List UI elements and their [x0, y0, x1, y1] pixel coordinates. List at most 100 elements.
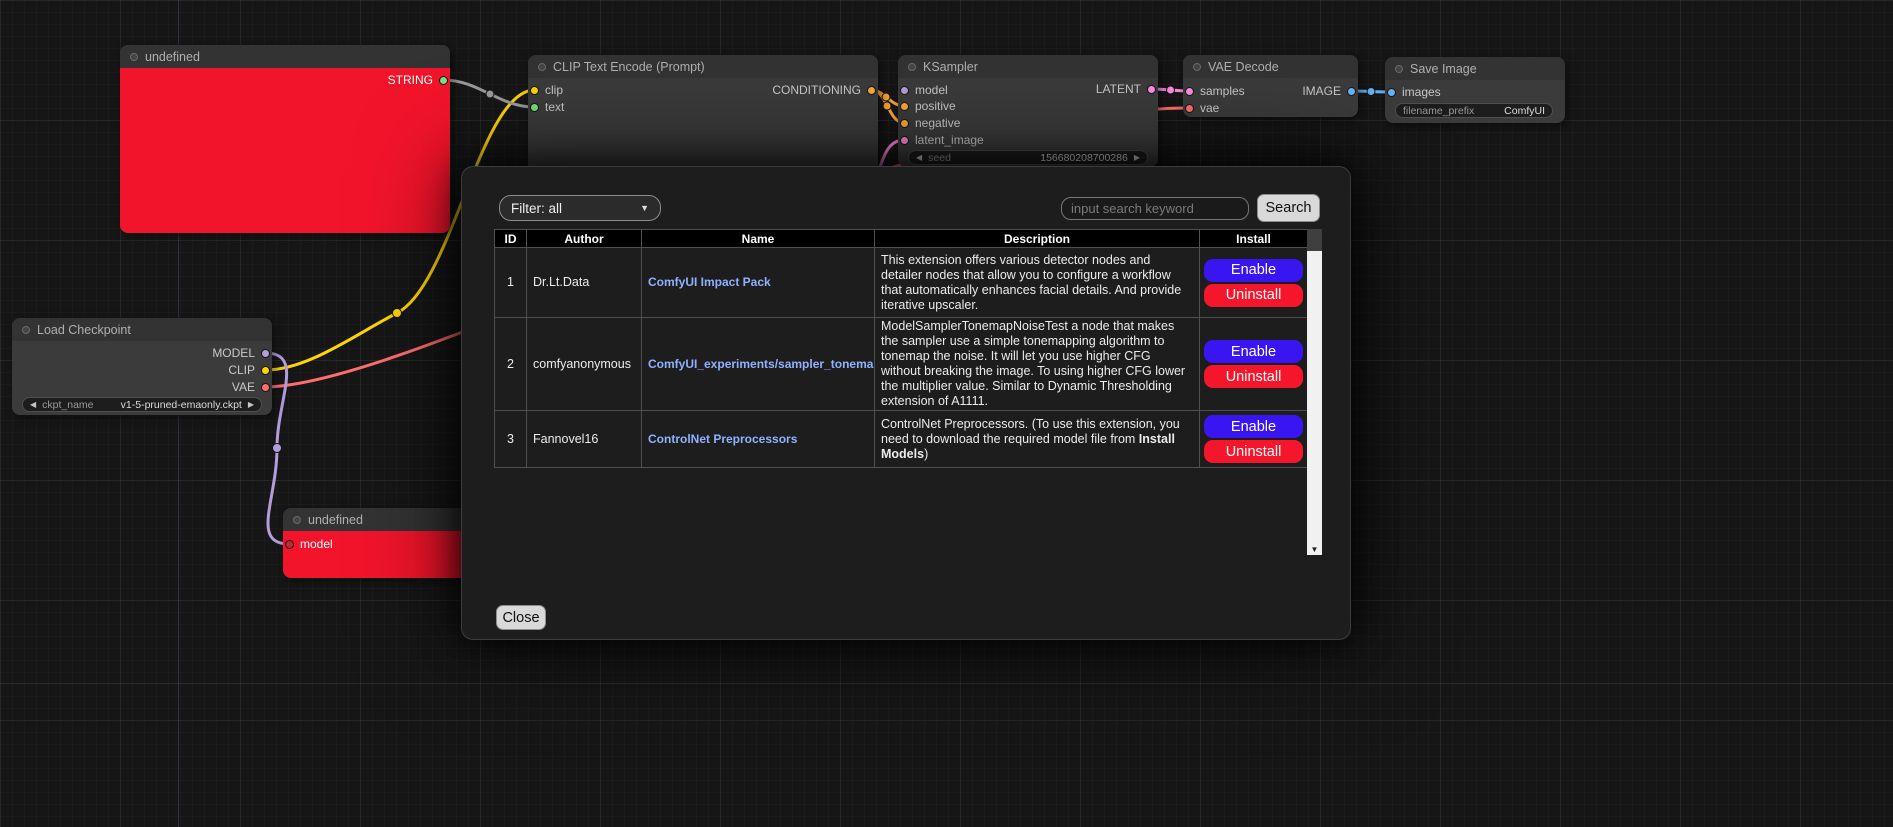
scroll-down-icon[interactable]: ▼	[1307, 546, 1322, 554]
node-undefined-top[interactable]: undefined STRING	[120, 45, 450, 233]
slot-dot	[439, 76, 448, 85]
node-title: KSampler	[923, 60, 978, 74]
col-id: ID	[495, 230, 527, 248]
node-title: CLIP Text Encode (Prompt)	[553, 60, 705, 74]
link-dot	[1367, 88, 1375, 96]
extension-description: ControlNet Preprocessors. (To use this e…	[875, 411, 1200, 468]
table-header-row: ID Author Name Description Install	[495, 230, 1308, 248]
node-title: undefined	[308, 513, 363, 527]
slot-dot	[900, 136, 909, 145]
slot-dot	[261, 366, 270, 375]
extension-link[interactable]: ControlNet Preprocessors	[648, 432, 797, 446]
slot-dot	[1147, 85, 1156, 94]
collapse-dot-icon[interactable]	[1193, 63, 1201, 71]
extension-author: comfyanonymous	[527, 318, 642, 411]
node-title: Load Checkpoint	[37, 323, 131, 337]
collapse-dot-icon[interactable]	[22, 326, 30, 334]
link-dot	[486, 90, 494, 98]
input-slot-negative[interactable]: negative	[900, 115, 960, 131]
output-slot-vae[interactable]: VAE	[232, 379, 270, 395]
ckpt-name-widget[interactable]: ◀ ckpt_name v1-5-pruned-emaonly.ckpt ▶	[22, 397, 262, 412]
seed-widget[interactable]: ◀ seed 156680208700286 ▶	[908, 150, 1148, 165]
filename-prefix-widget[interactable]: filename_prefix ComfyUI	[1395, 103, 1553, 118]
slot-dot	[285, 540, 294, 549]
increment-arrow-icon[interactable]: ▶	[1134, 154, 1140, 162]
input-slot-clip[interactable]: clip	[530, 82, 563, 98]
enable-button[interactable]: Enable	[1204, 259, 1303, 282]
slot-dot	[1387, 88, 1396, 97]
extension-author: Dr.Lt.Data	[527, 248, 642, 318]
input-slot-vae[interactable]: vae	[1185, 100, 1219, 116]
slot-dot	[1185, 87, 1194, 96]
enable-button[interactable]: Enable	[1204, 340, 1303, 363]
manager-dialog: Filter: all ▼ Search ID Author Name Desc…	[461, 166, 1351, 640]
extension-description: ModelSamplerTonemapNoiseTest a node that…	[875, 318, 1200, 411]
output-slot-string[interactable]: STRING	[388, 72, 448, 88]
extension-id: 2	[495, 318, 527, 411]
uninstall-button[interactable]: Uninstall	[1204, 440, 1303, 463]
increment-arrow-icon[interactable]: ▶	[248, 401, 254, 409]
col-name: Name	[642, 230, 875, 248]
input-slot-images[interactable]: images	[1387, 84, 1441, 100]
link-dot	[883, 102, 891, 110]
graph-canvas[interactable]: undefined STRING CLIP Text Encode (Promp…	[0, 0, 1893, 827]
scrollbar[interactable]: ▼	[1307, 229, 1322, 555]
node-load-checkpoint[interactable]: Load Checkpoint MODEL CLIP VAE ◀ ckpt_na…	[12, 318, 272, 415]
input-slot-latent-image[interactable]: latent_image	[900, 132, 984, 148]
link-dot	[393, 309, 402, 318]
enable-button[interactable]: Enable	[1204, 415, 1303, 438]
slot-dot	[1347, 87, 1356, 96]
chevron-down-icon: ▼	[640, 203, 649, 213]
slot-dot	[530, 103, 539, 112]
extension-description: This extension offers various detector n…	[875, 248, 1200, 318]
extension-link[interactable]: ComfyUI_experiments/sampler_tonemap	[648, 357, 875, 371]
link-dot	[1167, 86, 1175, 94]
collapse-dot-icon[interactable]	[1395, 65, 1403, 73]
filter-select[interactable]: Filter: all ▼	[499, 195, 661, 221]
decrement-arrow-icon[interactable]: ◀	[916, 154, 922, 162]
search-input[interactable]	[1061, 197, 1249, 220]
input-slot-text[interactable]: text	[530, 99, 564, 115]
output-slot-image[interactable]: IMAGE	[1302, 83, 1356, 99]
node-title: Save Image	[1410, 62, 1477, 76]
output-slot-conditioning[interactable]: CONDITIONING	[772, 82, 876, 98]
search-button[interactable]: Search	[1257, 194, 1320, 222]
col-description: Description	[875, 230, 1200, 248]
output-slot-model[interactable]: MODEL	[212, 345, 270, 361]
output-slot-latent[interactable]: LATENT	[1096, 81, 1156, 97]
error-node-body	[120, 68, 450, 233]
extensions-table-container: ID Author Name Description Install 1 Dr.…	[494, 229, 1322, 555]
link-dot	[882, 93, 890, 101]
collapse-dot-icon[interactable]	[908, 63, 916, 71]
slot-dot	[530, 86, 539, 95]
uninstall-button[interactable]: Uninstall	[1204, 365, 1303, 388]
scrollbar-thumb[interactable]	[1307, 229, 1322, 251]
slot-dot	[900, 102, 909, 111]
collapse-dot-icon[interactable]	[130, 53, 138, 61]
table-row: 1 Dr.Lt.Data ComfyUI Impact Pack This ex…	[495, 248, 1308, 318]
col-install: Install	[1200, 230, 1308, 248]
extension-author: Fannovel16	[527, 411, 642, 468]
extension-link[interactable]: ComfyUI Impact Pack	[648, 275, 771, 289]
extension-id: 3	[495, 411, 527, 468]
link-dot	[273, 444, 282, 453]
input-slot-samples[interactable]: samples	[1185, 83, 1245, 99]
decrement-arrow-icon[interactable]: ◀	[30, 401, 36, 409]
uninstall-button[interactable]: Uninstall	[1204, 284, 1303, 307]
slot-dot	[900, 86, 909, 95]
extensions-table: ID Author Name Description Install 1 Dr.…	[494, 229, 1308, 468]
input-slot-model[interactable]: model	[900, 82, 948, 98]
slot-dot	[261, 383, 270, 392]
node-ksampler[interactable]: KSampler model positive negative latent_…	[898, 55, 1158, 167]
output-slot-clip[interactable]: CLIP	[228, 362, 270, 378]
slot-dot	[867, 86, 876, 95]
close-button[interactable]: Close	[496, 605, 546, 630]
collapse-dot-icon[interactable]	[538, 63, 546, 71]
node-save-image[interactable]: Save Image images filename_prefix ComfyU…	[1385, 57, 1565, 123]
node-undefined-bottom[interactable]: undefined model	[283, 508, 468, 578]
input-slot-model[interactable]: model	[285, 536, 333, 552]
input-slot-positive[interactable]: positive	[900, 98, 956, 114]
collapse-dot-icon[interactable]	[293, 516, 301, 524]
node-title: VAE Decode	[1208, 60, 1279, 74]
node-vae-decode[interactable]: VAE Decode samples vae IMAGE	[1183, 55, 1358, 117]
